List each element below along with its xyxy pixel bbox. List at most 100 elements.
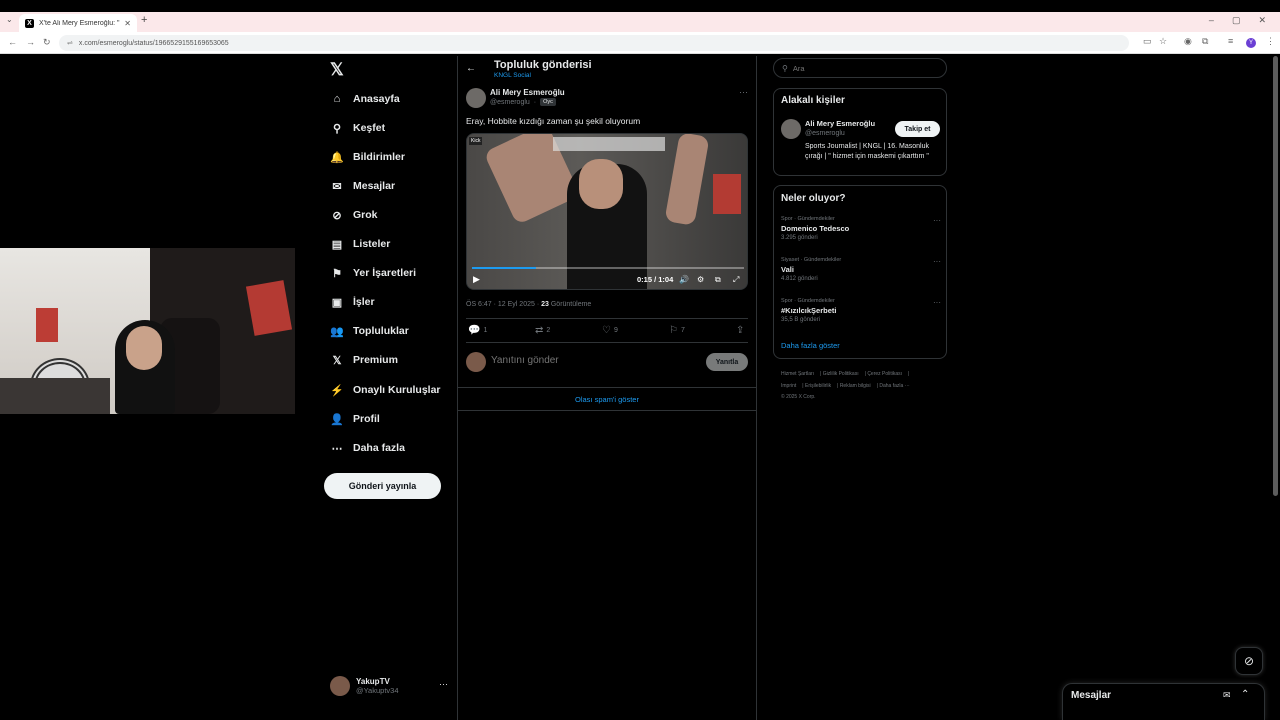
nav-messages[interactable]: ✉ Mesajlar: [330, 176, 395, 196]
account-name: YakupTV: [356, 677, 390, 686]
tab-close-icon[interactable]: ✕: [124, 19, 131, 28]
extension-icon[interactable]: ◉: [1184, 36, 1192, 47]
close-window-button[interactable]: ✕: [1258, 15, 1266, 26]
trend-more-icon[interactable]: ···: [933, 216, 941, 225]
footer-link[interactable]: Reklam bilgisi: [840, 383, 871, 389]
nav-jobs-label: İşler: [353, 296, 375, 308]
nav-explore[interactable]: ⚲ Keşfet: [330, 118, 385, 138]
minimize-button[interactable]: –: [1209, 15, 1214, 26]
nav-more[interactable]: ⋯ Daha fazla: [330, 438, 405, 458]
trend-item[interactable]: Siyaset · Gündemdekiler Vali 4.812 gönde…: [781, 257, 941, 282]
footer-link[interactable]: Daha fazla ···: [879, 383, 909, 389]
video-brand-label: Kick: [469, 137, 483, 145]
trend-name: #KızılcıkŞerbeti: [781, 306, 837, 315]
new-message-icon[interactable]: ✉: [1223, 690, 1231, 701]
expand-chevron-icon[interactable]: ⌃: [1241, 689, 1249, 700]
avatar[interactable]: [781, 119, 801, 139]
nav-profile[interactable]: 👤 Profil: [330, 409, 380, 429]
forward-arrow-icon[interactable]: →: [26, 37, 35, 47]
reply-action[interactable]: 💬 1: [468, 325, 487, 336]
volume-icon[interactable]: 🔊: [679, 275, 689, 284]
url-field[interactable]: ⇌ x.com/esmeroglu/status/196652915516965…: [59, 35, 1129, 51]
avatar[interactable]: [466, 88, 486, 108]
like-action[interactable]: ♡ 9: [602, 325, 618, 336]
nav-verified-orgs-label: Onaylı Kuruluşlar: [353, 384, 441, 396]
footer-link[interactable]: Çerez Politikası: [867, 371, 902, 377]
related-name[interactable]: Ali Mery Esmeroğlu: [805, 119, 875, 128]
maximize-button[interactable]: ▢: [1232, 15, 1241, 26]
nav-bookmarks[interactable]: ⚑ Yer İşaretleri: [330, 263, 416, 283]
messages-drawer[interactable]: Mesajlar ✉ ⌃: [1062, 683, 1265, 720]
nav-premium[interactable]: 𝕏 Premium: [330, 350, 398, 370]
new-tab-button[interactable]: +: [141, 14, 147, 26]
nav-home[interactable]: ⌂ Anasayfa: [330, 89, 400, 109]
show-spam-link[interactable]: Olası spam'i göster: [457, 387, 757, 411]
account-more-icon[interactable]: ···: [439, 679, 448, 689]
install-app-icon[interactable]: ▭: [1143, 36, 1152, 47]
video-player[interactable]: Kick ▶ 0:15 / 1:04 🔊 ⚙ ⧉ ⤢: [466, 133, 748, 290]
footer-link[interactable]: Hizmet Şartları: [781, 371, 814, 377]
search-box[interactable]: ⚲: [773, 58, 947, 78]
more-circle-icon: ⋯: [331, 442, 343, 455]
bookmark-star-icon[interactable]: ☆: [1159, 36, 1167, 47]
tab-list-chevron-icon[interactable]: ⌄: [6, 15, 13, 24]
os-top-bar: [0, 0, 1280, 12]
nav-communities[interactable]: 👥 Topluluklar: [330, 321, 409, 341]
browser-tab[interactable]: X X'te Ali Mery Esmeroğlu: "Eray, ✕: [19, 14, 137, 32]
post-more-icon[interactable]: ···: [739, 87, 748, 97]
browser-profile-avatar[interactable]: Y: [1246, 38, 1256, 48]
play-icon[interactable]: ▶: [473, 274, 480, 285]
footer-links: Hizmet Şartları | Gizlilik Politikası | Çe…: [781, 371, 910, 400]
bookmark-icon: ⚑: [332, 267, 342, 280]
trend-item[interactable]: Spor · Gündemdekiler #KızılcıkŞerbeti 35…: [781, 298, 941, 323]
nav-profile-label: Profil: [353, 413, 380, 425]
x-logo-icon[interactable]: 𝕏: [330, 60, 344, 80]
footer-link[interactable]: Erişilebilirlik: [805, 383, 831, 389]
trend-item[interactable]: Spor · Gündemdekiler Domenico Tedesco 3.…: [781, 216, 941, 241]
site-info-icon[interactable]: ⇌: [67, 39, 73, 47]
page-scrollbar[interactable]: [1273, 56, 1278, 496]
browser-menu-icon[interactable]: ⋮: [1266, 36, 1275, 47]
nav-bookmarks-label: Yer İşaretleri: [353, 267, 417, 279]
like-count: 9: [613, 327, 618, 334]
search-input[interactable]: [792, 63, 933, 73]
account-handle: @Yakuptv34: [356, 686, 399, 695]
grok-floating-button[interactable]: ⊘: [1235, 647, 1263, 675]
show-more-link[interactable]: Daha fazla göster: [781, 341, 840, 350]
account-switcher[interactable]: YakupTV @Yakuptv34 ···: [330, 674, 448, 698]
nav-grok[interactable]: ⊘ Grok: [330, 205, 377, 225]
footer-link[interactable]: Imprint: [781, 383, 796, 389]
post-author[interactable]: Ali Mery Esmeroğlu: [490, 88, 565, 97]
related-people-title: Alakalı kişiler: [781, 95, 845, 106]
nav-communities-label: Topluluklar: [353, 325, 409, 337]
picture-in-picture-icon[interactable]: ⧉: [715, 275, 721, 285]
nav-lists[interactable]: ▤ Listeler: [330, 234, 391, 254]
bookmark-action[interactable]: ⚐ 7: [669, 325, 685, 336]
community-link[interactable]: KNGL Social: [494, 72, 531, 79]
post-handle[interactable]: @esmeroglu: [490, 99, 530, 106]
extensions-puzzle-icon[interactable]: ⧉: [1202, 36, 1208, 47]
reply-button[interactable]: Yanıtla: [706, 353, 748, 371]
repost-action[interactable]: ⇄ 2: [535, 325, 550, 336]
view-count: 23: [541, 301, 549, 308]
trend-more-icon[interactable]: ···: [933, 298, 941, 307]
footer-link[interactable]: Gizlilik Politikası: [823, 371, 859, 377]
share-action[interactable]: ⇪: [736, 325, 744, 336]
fullscreen-icon[interactable]: ⤢: [733, 275, 739, 285]
reply-input[interactable]: [491, 355, 691, 366]
related-handle[interactable]: @esmeroglu: [805, 130, 845, 137]
post-timestamp[interactable]: ÖS 6:47 · 12 Eyl 2025 ·: [466, 301, 541, 308]
reload-icon[interactable]: ↻: [43, 37, 51, 48]
back-arrow-icon[interactable]: ←: [466, 63, 476, 74]
settings-gear-icon[interactable]: ⚙: [697, 275, 704, 284]
follow-button[interactable]: Takip et: [895, 121, 940, 137]
nav-jobs[interactable]: ▣ İşler: [330, 292, 375, 312]
nav-explore-label: Keşfet: [353, 122, 386, 134]
nav-notifications[interactable]: 🔔 Bildirimler: [330, 147, 405, 167]
separator-dot: ·: [533, 98, 537, 106]
post-button[interactable]: Gönderi yayınla: [324, 473, 441, 499]
nav-verified-orgs[interactable]: ⚡ Onaylı Kuruluşlar: [330, 380, 441, 400]
media-control-icon[interactable]: ≡: [1228, 36, 1233, 46]
back-arrow-icon[interactable]: ←: [8, 37, 17, 47]
trend-more-icon[interactable]: ···: [933, 257, 941, 266]
